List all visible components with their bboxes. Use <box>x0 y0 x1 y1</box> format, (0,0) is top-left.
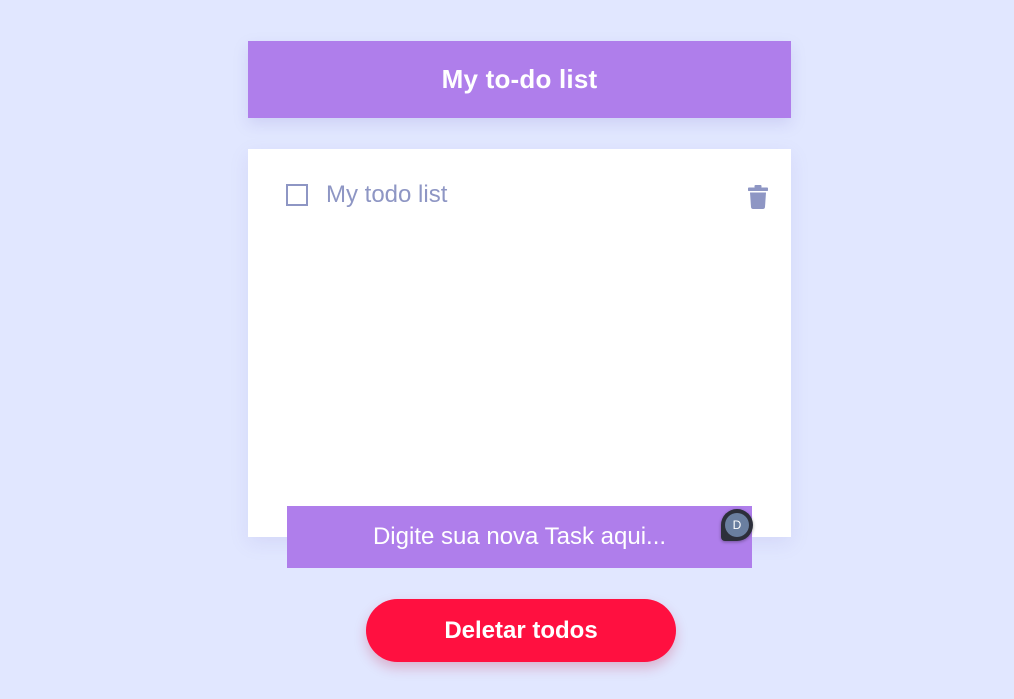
new-task-input[interactable] <box>287 506 752 568</box>
user-avatar-badge[interactable]: D <box>721 509 753 541</box>
delete-all-button[interactable]: Deletar todos <box>366 599 676 662</box>
todo-checkbox[interactable] <box>286 184 308 206</box>
new-task-input-bar <box>287 506 752 568</box>
app-header: My to-do list <box>248 41 791 118</box>
avatar: D <box>725 513 749 537</box>
todo-item-text: My todo list <box>326 181 448 208</box>
page-title: My to-do list <box>441 64 598 94</box>
trash-icon[interactable] <box>748 185 768 209</box>
todo-list-card: My todo list <box>248 149 791 537</box>
app-page: My to-do list My todo list D Deletar tod… <box>0 0 1014 699</box>
todo-item: My todo list <box>286 176 768 214</box>
